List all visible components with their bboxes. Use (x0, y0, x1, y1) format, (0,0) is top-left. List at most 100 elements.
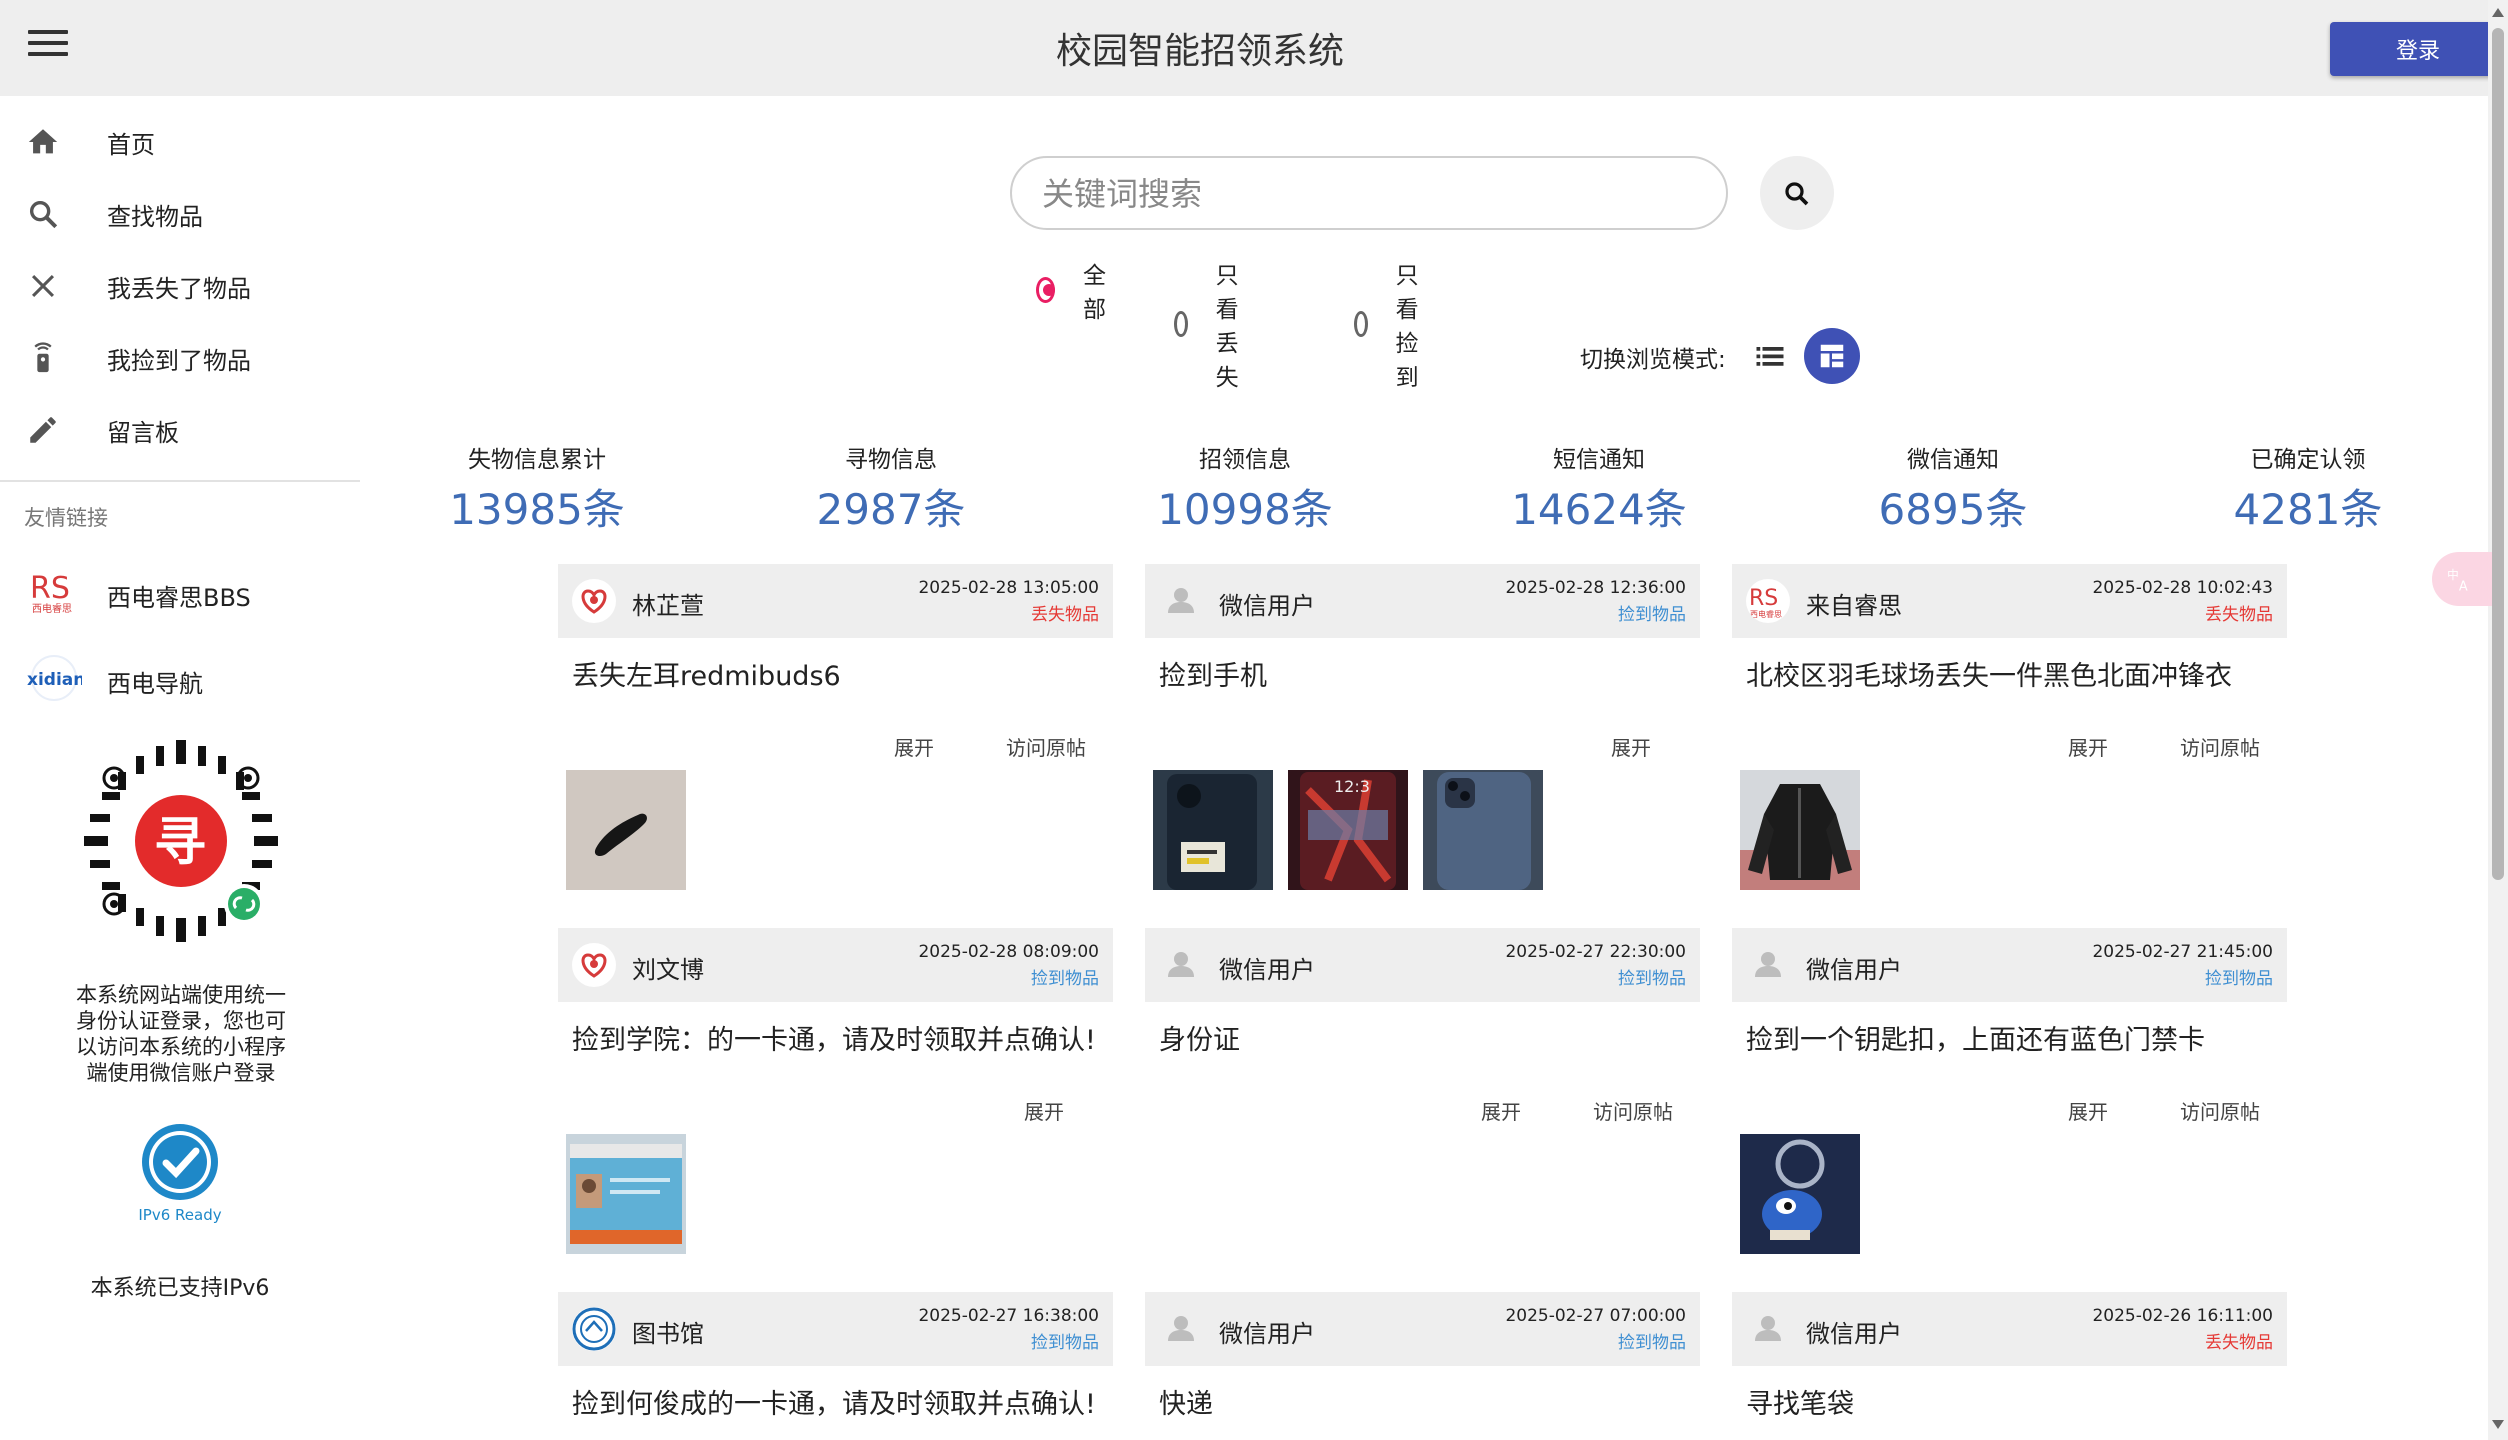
heart-avatar-icon (572, 579, 616, 623)
post-author: 微信用户 (1219, 1320, 1315, 1348)
post-date: 2025-02-28 12:36:00 (1505, 578, 1686, 598)
post-card[interactable]: 微信用户 2025-02-27 22:30:00 捡到物品 身份证 展开 访问原帖 (1145, 928, 1700, 1258)
post-type-badge: 捡到物品 (1618, 969, 1686, 989)
link-rs-bbs[interactable]: RS 西电睿思 西电睿思BBS (0, 558, 360, 628)
post-card[interactable]: 微信用户 2025-02-27 07:00:00 捡到物品 快递 (1145, 1292, 1700, 1440)
post-author: 林芷萱 (632, 592, 704, 620)
stat-label: 微信通知 (1907, 447, 1999, 473)
scroll-down-arrow[interactable] (2492, 1420, 2504, 1429)
post-date: 2025-02-28 08:09:00 (918, 942, 1099, 962)
stat-value: 4281条 (2233, 485, 2383, 534)
heart-avatar-icon (572, 943, 616, 987)
filter-found-radio[interactable]: 只看捡到 (1354, 256, 1431, 392)
filter-all-radio[interactable]: 全部 (1036, 256, 1113, 324)
post-date: 2025-02-27 22:30:00 (1505, 942, 1686, 962)
svg-text:IPv6 Ready: IPv6 Ready (138, 1206, 221, 1224)
expand-button[interactable]: 展开 (894, 732, 934, 761)
post-title: 北校区羽毛球场丢失一件黑色北面冲锋衣 (1746, 661, 2232, 692)
post-type-badge: 丢失物品 (1031, 605, 1099, 625)
sidebar-item-search[interactable]: 查找物品 (0, 178, 360, 250)
post-card-header: 微信用户 2025-02-27 07:00:00 捡到物品 (1145, 1292, 1700, 1366)
svg-text:西电睿思: 西电睿思 (1750, 609, 1782, 619)
post-author: 刘文博 (632, 956, 704, 984)
rs-avatar-icon: RS 西电睿思 (1746, 579, 1790, 623)
post-card-header: 微信用户 2025-02-26 16:11:00 丢失物品 (1732, 1292, 2287, 1366)
sidebar-item-label: 我捡到了物品 (107, 346, 251, 375)
post-card[interactable]: RS 西电睿思 来自睿思 2025-02-28 10:02:43 丢失物品 北校区羽毛球场… (1732, 564, 2287, 894)
stat-wechat: 微信通知 6895条 (1833, 440, 2073, 537)
post-photo[interactable] (1740, 770, 1860, 890)
list-view-icon[interactable] (1752, 338, 1788, 374)
post-card[interactable]: 微信用户 2025-02-27 21:45:00 捡到物品 捡到一个钥匙扣，上面还有蓝… (1732, 928, 2287, 1258)
scroll-thumb[interactable] (2492, 28, 2504, 880)
search-field[interactable] (1010, 156, 1728, 230)
post-photo[interactable] (1423, 770, 1543, 890)
stat-label: 寻物信息 (845, 447, 937, 473)
post-type-badge: 捡到物品 (1031, 969, 1099, 989)
sidebar-item-found[interactable]: 我捡到了物品 (0, 322, 360, 394)
stat-seek: 寻物信息 2987条 (771, 440, 1011, 537)
visit-original-link[interactable]: 访问原帖 (2180, 732, 2260, 761)
post-date: 2025-02-28 10:02:43 (2092, 578, 2273, 598)
expand-button[interactable]: 展开 (1611, 732, 1651, 761)
post-card[interactable]: 微信用户 2025-02-26 16:11:00 丢失物品 寻找笔袋 (1732, 1292, 2287, 1440)
stat-value: 14624条 (1511, 485, 1687, 534)
stat-value: 13985条 (449, 485, 625, 534)
sidebar-item-label: 留言板 (107, 418, 179, 447)
expand-button[interactable]: 展开 (1481, 1096, 1521, 1125)
library-avatar-icon (572, 1307, 616, 1351)
scroll-up-arrow[interactable] (2492, 8, 2504, 17)
post-card[interactable]: 林芷萱 2025-02-28 13:05:00 丢失物品 丢失左耳redmibuds6… (558, 564, 1113, 894)
page-scrollbar[interactable] (2488, 0, 2508, 1440)
friend-links-title: 友情链接 (24, 506, 108, 530)
svg-text:A: A (2459, 580, 2468, 593)
post-author: 微信用户 (1806, 956, 1902, 984)
post-card-header: 图书馆 2025-02-27 16:38:00 捡到物品 (558, 1292, 1113, 1366)
post-card[interactable]: 微信用户 2025-02-28 12:36:00 捡到物品 捡到手机 展开 12:3 (1145, 564, 1700, 894)
login-button[interactable]: 登录 (2330, 22, 2506, 76)
sidebar-item-label: 查找物品 (107, 202, 203, 231)
svg-text:西电睿思: 西电睿思 (32, 602, 72, 615)
post-type-badge: 捡到物品 (2205, 969, 2273, 989)
translate-icon: 中A (2447, 568, 2468, 595)
view-mode-label: 切换浏览模式: (1580, 347, 1726, 373)
visit-original-link[interactable]: 访问原帖 (1006, 732, 1086, 761)
filter-lost-radio[interactable]: 只看丢失 (1174, 256, 1251, 392)
post-date: 2025-02-27 07:00:00 (1505, 1306, 1686, 1326)
visit-original-link[interactable]: 访问原帖 (1593, 1096, 1673, 1125)
rs-logo-icon: RS 西电睿思 (30, 571, 72, 615)
post-card[interactable]: 图书馆 2025-02-27 16:38:00 捡到物品 捡到何俊成的一卡通，请及时领… (558, 1292, 1113, 1440)
svg-text:寻: 寻 (154, 813, 206, 873)
person-avatar-icon (1159, 579, 1203, 623)
search-input[interactable] (1042, 170, 1692, 218)
sidebar-item-message-board[interactable]: 留言板 (0, 394, 360, 466)
post-card[interactable]: 刘文博 2025-02-28 08:09:00 捡到物品捡到学院：的一卡通，请及时领… (558, 928, 1113, 1258)
post-author: 微信用户 (1806, 1320, 1902, 1348)
post-photo[interactable] (1740, 1134, 1860, 1254)
radio-unchecked-icon (1174, 311, 1188, 337)
post-photo[interactable] (566, 770, 686, 890)
post-title: 捡到一个钥匙扣，上面还有蓝色门禁卡 (1746, 1025, 2205, 1056)
post-title: 快递 (1159, 1389, 1213, 1420)
post-title: 捡到学院：的一卡通，请及时领取并点确认! (572, 1025, 1096, 1056)
translate-button[interactable]: 中A (2432, 552, 2492, 606)
post-photo[interactable] (566, 1134, 686, 1254)
stat-value: 10998条 (1157, 485, 1333, 534)
sidebar-item-home[interactable]: 首页 (0, 106, 360, 178)
post-photo[interactable]: 12:3 (1288, 770, 1408, 890)
radio-checked-icon (1036, 277, 1056, 303)
link-xidian-nav[interactable]: xidian 西电导航 (0, 644, 360, 714)
sidebar-item-lost[interactable]: 我丢失了物品 (0, 250, 360, 322)
expand-button[interactable]: 展开 (1024, 1096, 1064, 1125)
grid-view-button[interactable] (1804, 328, 1860, 384)
post-card-header: 微信用户 2025-02-27 22:30:00 捡到物品 (1145, 928, 1700, 1002)
post-photo[interactable] (1153, 770, 1273, 890)
expand-button[interactable]: 展开 (2068, 732, 2108, 761)
person-avatar-icon (1159, 943, 1203, 987)
pencil-icon (30, 417, 56, 443)
search-button[interactable] (1760, 156, 1834, 230)
stat-found: 招领信息 10998条 (1125, 440, 1365, 537)
link-label: 西电导航 (107, 670, 203, 698)
expand-button[interactable]: 展开 (2068, 1096, 2108, 1125)
visit-original-link[interactable]: 访问原帖 (2180, 1096, 2260, 1125)
